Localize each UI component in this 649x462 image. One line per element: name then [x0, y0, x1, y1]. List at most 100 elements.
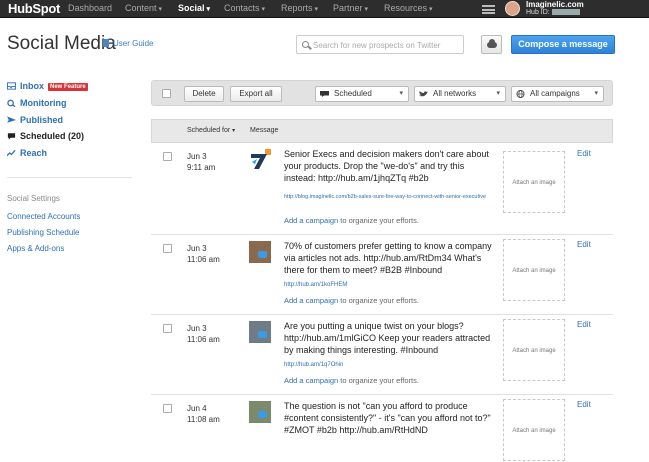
edit-link[interactable]: Edit — [577, 240, 591, 249]
scheduled-time: 11:08 am — [187, 415, 220, 424]
campaigns-filter-dropdown[interactable]: All campaigns ▾ — [511, 86, 604, 102]
add-campaign-link[interactable]: Add a campaign — [284, 376, 338, 385]
message-link[interactable]: http://hub.am/1q7Ohin — [284, 362, 343, 368]
sidebar-item-inbox[interactable]: Inbox New Feature — [7, 81, 88, 91]
nav-dashboard[interactable]: Dashboard — [68, 3, 112, 13]
profile-photo — [249, 321, 271, 343]
nav-content-label: Content — [125, 3, 157, 13]
scheduled-datetime: Jun 4 11:08 am — [187, 403, 220, 425]
nav-social[interactable]: Social ▾ — [178, 3, 210, 13]
select-all-checkbox[interactable] — [162, 89, 171, 98]
sidebar-item-monitoring[interactable]: Monitoring — [7, 98, 67, 108]
table-row: Jun 4 11:08 am The question is not "can y… — [151, 395, 613, 461]
message-link[interactable]: http://hub.am/1koFHEM — [284, 282, 347, 288]
chevron-down-icon: ▾ — [429, 6, 433, 13]
sidebar-item-scheduled[interactable]: Scheduled (20) — [7, 131, 84, 141]
add-campaign-link[interactable]: Add a campaign — [284, 216, 338, 225]
nav-resources[interactable]: Resources ▾ — [384, 3, 433, 13]
networks-filter-value: All networks — [433, 89, 477, 98]
avatar[interactable] — [505, 1, 520, 16]
inbox-icon — [7, 82, 16, 90]
row-checkbox[interactable] — [163, 324, 172, 333]
edit-link[interactable]: Edit — [577, 149, 591, 158]
new-feature-badge: New Feature — [48, 83, 88, 91]
export-all-button[interactable]: Export all — [230, 86, 282, 102]
hubspot-logo[interactable]: HubSpot — [8, 1, 60, 16]
sidebar-item-label: Monitoring — [20, 98, 67, 108]
cloud-icon — [487, 39, 497, 48]
chevron-down-icon: ▾ — [206, 6, 211, 13]
attach-image-dropzone[interactable]: Attach an image — [503, 319, 565, 381]
attach-image-dropzone[interactable]: Attach an image — [503, 239, 565, 301]
social-settings-heading: Social Settings — [7, 194, 60, 203]
table-header: Scheduled for ▾ Message — [151, 119, 613, 143]
networks-filter-dropdown[interactable]: All networks ▾ — [414, 86, 506, 102]
scheduled-icon — [7, 133, 16, 140]
monitoring-icon — [7, 99, 16, 107]
search-icon — [302, 41, 309, 48]
chevron-down-icon: ▾ — [232, 128, 236, 134]
scheduled-time: 9:11 am — [187, 163, 216, 172]
table-row: Jun 3 11:06 am Are you putting a unique t… — [151, 315, 613, 395]
add-campaign-link[interactable]: Add a campaign — [284, 296, 338, 305]
add-campaign-text: Add a campaign to organize your efforts. — [284, 296, 419, 305]
nav-social-label: Social — [178, 3, 205, 13]
message-text: 70% of customers prefer getting to know … — [284, 241, 492, 275]
attach-image-dropzone[interactable]: Attach an image — [503, 399, 565, 461]
edit-link[interactable]: Edit — [577, 320, 591, 329]
attach-image-dropzone[interactable]: Attach an image — [503, 151, 565, 213]
nav-contacts-label: Contacts — [224, 3, 260, 13]
row-checkbox[interactable] — [163, 152, 172, 161]
menu-icon[interactable] — [482, 5, 495, 14]
message-column-header: Message — [250, 127, 279, 134]
cloud-upload-button[interactable] — [481, 35, 502, 54]
sidebar-item-label: Published — [20, 115, 64, 125]
profile-photo — [249, 241, 271, 263]
chevron-down-icon: ▾ — [158, 6, 163, 13]
publishing-schedule-link[interactable]: Publishing Schedule — [7, 228, 80, 237]
account-name[interactable]: Imaginelic.com — [526, 0, 584, 9]
sidebar-item-published[interactable]: Published — [7, 115, 63, 125]
globe-icon — [516, 90, 525, 98]
scheduled-date: Jun 3 — [187, 244, 207, 253]
twitter-bird-icon — [419, 91, 428, 97]
message-text: Senior Execs and decision makers don't c… — [284, 149, 489, 183]
scheduled-time: 11:06 am — [187, 335, 220, 344]
edit-link[interactable]: Edit — [577, 400, 591, 409]
user-guide-link[interactable]: User Guide — [103, 39, 153, 48]
twitter-icon — [258, 411, 267, 418]
apps-addons-link[interactable]: Apps & Add-ons — [7, 244, 64, 253]
add-campaign-suffix: to organize your efforts. — [338, 376, 419, 385]
row-checkbox[interactable] — [163, 404, 172, 413]
imagine-logo-avatar — [251, 149, 271, 169]
top-navigation-bar: HubSpot Dashboard Content ▾ Social ▾ Conta… — [0, 0, 649, 18]
compose-message-button[interactable]: Compose a message — [511, 35, 615, 54]
status-filter-value: Scheduled — [334, 89, 372, 98]
bulk-actions-toolbar: Delete Export all Scheduled ▾ All networ… — [151, 80, 613, 106]
campaigns-filter-value: All campaigns — [530, 89, 580, 98]
twitter-search-box[interactable] — [296, 35, 464, 54]
message-link[interactable]: http://blog.imaginellc.com/b2b-sales-sur… — [284, 194, 486, 200]
sidebar-item-label: Inbox — [20, 81, 44, 91]
message-text: Are you putting a unique twist on your b… — [284, 321, 491, 355]
sidebar-item-reach[interactable]: Reach — [7, 148, 47, 158]
twitter-icon — [258, 331, 267, 338]
search-input[interactable] — [313, 39, 461, 51]
add-campaign-suffix: to organize your efforts. — [338, 296, 419, 305]
nav-contacts[interactable]: Contacts ▾ — [224, 3, 265, 13]
scheduled-datetime: Jun 3 11:06 am — [187, 323, 220, 345]
hub-id: Hub ID: — [526, 9, 580, 16]
table-row: Jun 3 11:06 am 70% of customers prefer ge… — [151, 235, 613, 315]
nav-content[interactable]: Content ▾ — [125, 3, 162, 13]
chevron-down-icon: ▾ — [399, 90, 403, 97]
row-checkbox[interactable] — [163, 244, 172, 253]
nav-reports[interactable]: Reports ▾ — [281, 3, 318, 13]
scheduled-for-column-header[interactable]: Scheduled for ▾ — [187, 127, 235, 134]
chevron-down-icon: ▾ — [261, 6, 266, 13]
status-filter-dropdown[interactable]: Scheduled ▾ — [315, 86, 409, 102]
delete-button[interactable]: Delete — [184, 86, 224, 102]
twitter-icon — [258, 251, 267, 258]
connected-accounts-link[interactable]: Connected Accounts — [7, 212, 80, 221]
message-text: The question is not "can you afford to p… — [284, 401, 491, 435]
nav-partner[interactable]: Partner ▾ — [333, 3, 368, 13]
